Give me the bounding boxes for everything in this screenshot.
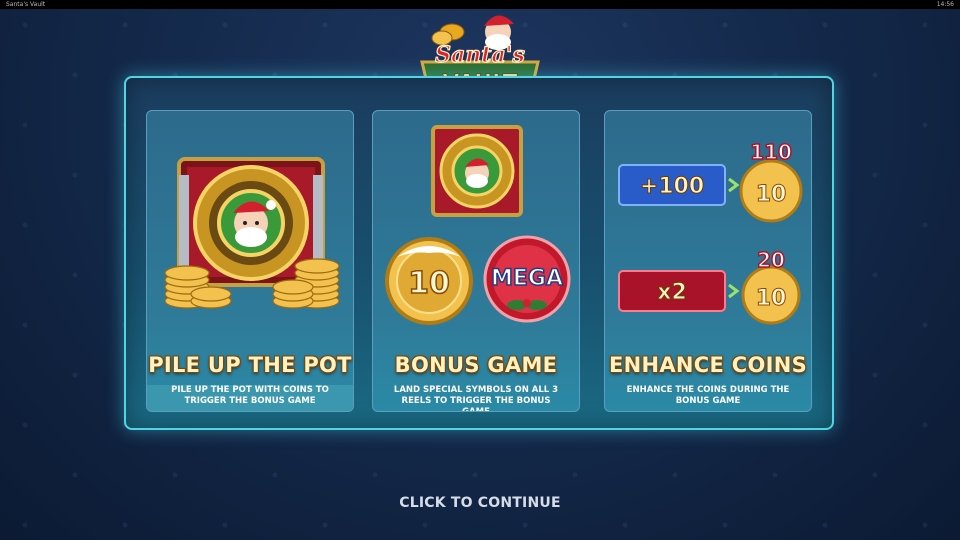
mega-symbol-icon: MEGA	[483, 235, 571, 323]
click-to-continue-button[interactable]: CLICK TO CONTINUE	[0, 495, 960, 511]
card-bonus-game: 10 MEGA BONUS GAME LAND SPECIAL SYMBOLS …	[372, 110, 580, 412]
coin-symbol-icon: 10	[385, 237, 473, 325]
enhance-row-multiply: x2 10 20	[618, 251, 801, 325]
mega-label: MEGA	[491, 266, 563, 291]
card-title: BONUS GAME	[394, 353, 558, 377]
coin-value: 10	[756, 286, 787, 311]
modifier-add: +100	[640, 174, 704, 199]
result-value: 110	[750, 140, 792, 164]
card-title: ENHANCE COINS	[608, 353, 808, 377]
result-value: 20	[757, 251, 785, 272]
modifier-multiply: x2	[657, 280, 687, 305]
coin-value: 10	[756, 182, 787, 207]
card-pile-up-the-pot: PILE UP THE POT PILE UP THE POT WITH COI…	[146, 110, 354, 412]
clock: 14:56	[936, 1, 954, 8]
coin-value: 10	[408, 266, 450, 301]
card-description: PILE UP THE POT WITH COINS TO TRIGGER TH…	[147, 385, 353, 411]
enhance-row-add: +100 10 110	[618, 139, 803, 223]
vault-icon	[164, 157, 340, 309]
card-enhance-coins: +100 10 110 x2 10 20 ENHANCE COINS ENHAN…	[604, 110, 812, 412]
card-description: LAND SPECIAL SYMBOLS ON ALL 3 REELS TO T…	[393, 385, 559, 412]
card-title: PILE UP THE POT	[148, 353, 352, 377]
window-titlebar: Santa's Vault 14:56	[0, 0, 960, 9]
logo-line1: Santa's	[435, 42, 525, 68]
santa-vault-symbol-icon	[431, 125, 523, 217]
card-description: ENHANCE THE COINS DURING THE BONUS GAME	[626, 385, 790, 406]
window-title: Santa's Vault	[6, 1, 46, 8]
